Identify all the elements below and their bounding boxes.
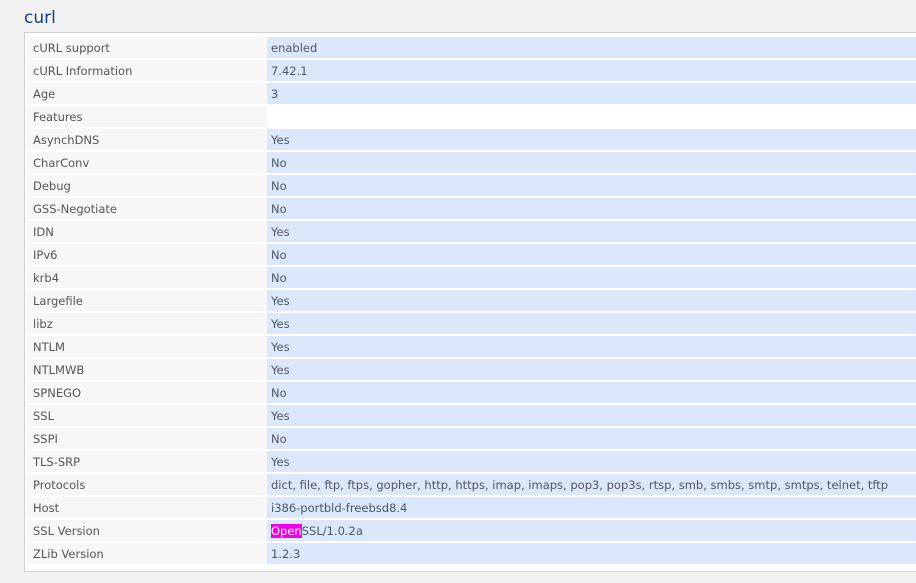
- row-label: Protocols: [27, 474, 267, 495]
- table-row: krb4 No: [27, 267, 916, 288]
- row-label: cURL Information: [27, 60, 267, 81]
- table-row: CharConv No: [27, 152, 916, 173]
- curl-info-table: cURL support enabled cURL Information 7.42.…: [27, 35, 916, 566]
- table-row: Age 3: [27, 83, 916, 104]
- row-value: No: [267, 198, 916, 219]
- row-value: No: [267, 152, 916, 173]
- row-label: SSPI: [27, 428, 267, 449]
- row-value: Yes: [267, 405, 916, 426]
- row-label: IDN: [27, 221, 267, 242]
- row-label: NTLMWB: [27, 359, 267, 380]
- table-row: Protocols dict, file, ftp, ftps, gopher, …: [27, 474, 916, 495]
- row-value: No: [267, 267, 916, 288]
- section-title: curl: [24, 8, 56, 28]
- row-label: Age: [27, 83, 267, 104]
- row-value: [267, 106, 916, 127]
- row-label: Debug: [27, 175, 267, 196]
- table-row: NTLM Yes: [27, 336, 916, 357]
- table-row: SSL Yes: [27, 405, 916, 426]
- row-value: Yes: [267, 336, 916, 357]
- row-value: No: [267, 175, 916, 196]
- row-label: SPNEGO: [27, 382, 267, 403]
- row-label: CharConv: [27, 152, 267, 173]
- row-value: Yes: [267, 290, 916, 311]
- row-label: SSL: [27, 405, 267, 426]
- table-row: SSPI No: [27, 428, 916, 449]
- row-label: Largefile: [27, 290, 267, 311]
- row-value: No: [267, 244, 916, 265]
- row-value: Yes: [267, 129, 916, 150]
- row-value-text: SSL/1.0.2a: [301, 523, 363, 538]
- row-label: krb4: [27, 267, 267, 288]
- row-label: AsynchDNS: [27, 129, 267, 150]
- table-row: NTLMWB Yes: [27, 359, 916, 380]
- table-row: Features: [27, 106, 916, 127]
- table-row: SSL Version OpenSSL/1.0.2a: [27, 520, 916, 541]
- table-row: Host i386-portbld-freebsd8.4: [27, 497, 916, 518]
- table-row: AsynchDNS Yes: [27, 129, 916, 150]
- row-value: No: [267, 382, 916, 403]
- table-row: SPNEGO No: [27, 382, 916, 403]
- table-row: TLS-SRP Yes: [27, 451, 916, 472]
- row-label: Host: [27, 497, 267, 518]
- row-value: Yes: [267, 451, 916, 472]
- row-label: SSL Version: [27, 520, 267, 541]
- row-value: OpenSSL/1.0.2a: [267, 520, 916, 541]
- table-row: cURL Information 7.42.1: [27, 60, 916, 81]
- row-value: i386-portbld-freebsd8.4: [267, 497, 916, 518]
- row-value: Yes: [267, 313, 916, 334]
- table-row: Largefile Yes: [27, 290, 916, 311]
- table-row: libz Yes: [27, 313, 916, 334]
- row-value: Yes: [267, 221, 916, 242]
- row-value: 3: [267, 83, 916, 104]
- row-label: libz: [27, 313, 267, 334]
- row-label: cURL support: [27, 37, 267, 58]
- row-value: enabled: [267, 37, 916, 58]
- row-label: ZLib Version: [27, 543, 267, 564]
- table-row: GSS-Negotiate No: [27, 198, 916, 219]
- row-value: 1.2.3: [267, 543, 916, 564]
- row-label: NTLM: [27, 336, 267, 357]
- table-row: ZLib Version 1.2.3: [27, 543, 916, 564]
- row-label: GSS-Negotiate: [27, 198, 267, 219]
- row-value: Yes: [267, 359, 916, 380]
- curl-info-table-container: cURL support enabled cURL Information 7.42.…: [24, 32, 916, 572]
- table-row: IDN Yes: [27, 221, 916, 242]
- row-label: IPv6: [27, 244, 267, 265]
- table-row: Debug No: [27, 175, 916, 196]
- row-label: Features: [27, 106, 267, 127]
- row-value: dict, file, ftp, ftps, gopher, http, htt…: [267, 474, 916, 495]
- table-row: cURL support enabled: [27, 37, 916, 58]
- table-row: IPv6 No: [27, 244, 916, 265]
- row-value: 7.42.1: [267, 60, 916, 81]
- row-value: No: [267, 428, 916, 449]
- row-label: TLS-SRP: [27, 451, 267, 472]
- search-highlight: Open: [271, 523, 302, 538]
